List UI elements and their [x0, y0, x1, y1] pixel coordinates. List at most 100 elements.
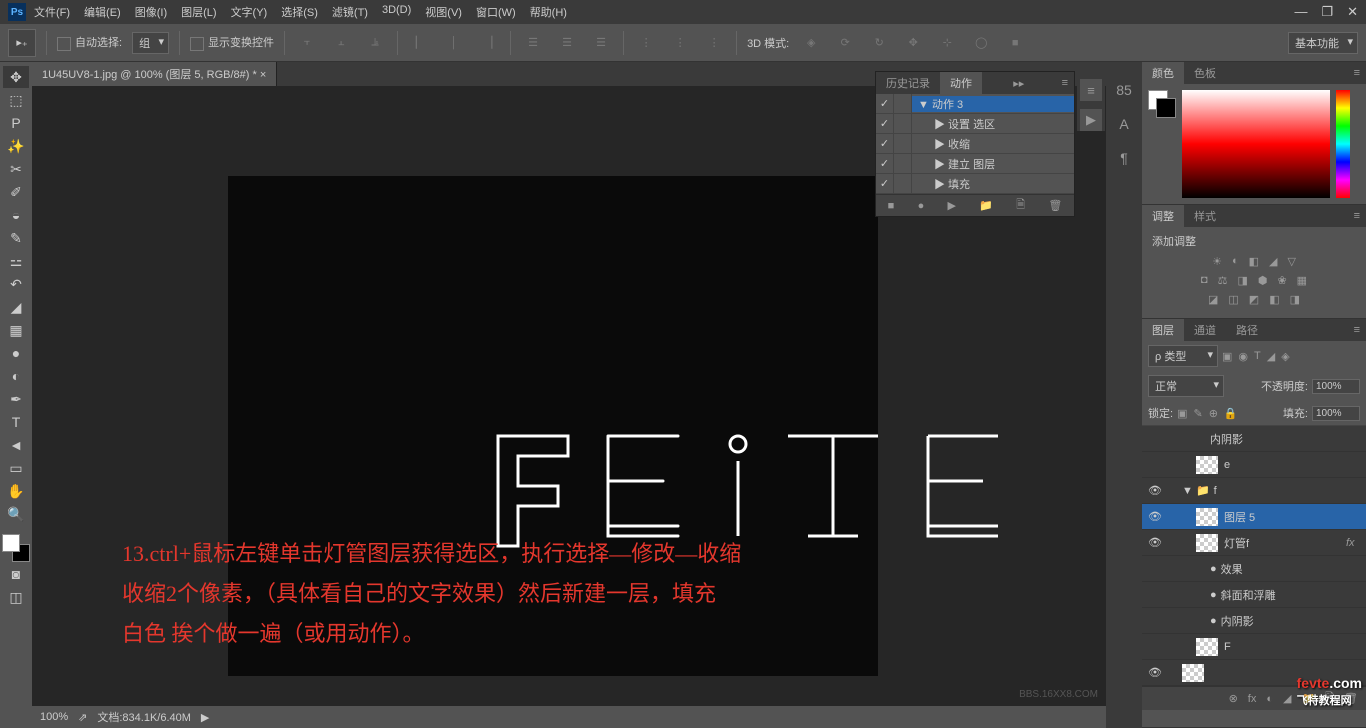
align-bottom-icon[interactable]: ⫡: [363, 31, 387, 55]
menu-select[interactable]: 选择(S): [281, 4, 318, 20]
3d-icon-4[interactable]: ✥: [901, 31, 925, 55]
auto-select-checkbox[interactable]: 自动选择:: [57, 34, 122, 50]
history-brush-tool[interactable]: ↶: [3, 273, 29, 295]
action-dialog-toggle[interactable]: [894, 114, 912, 133]
menu-file[interactable]: 文件(F): [34, 4, 70, 20]
close-tab-icon[interactable]: ×: [260, 69, 266, 81]
layer-visibility-toggle[interactable]: 👁: [1142, 510, 1168, 523]
layer-name[interactable]: F: [1224, 641, 1366, 653]
adjustment-icon[interactable]: ◫: [1228, 293, 1238, 306]
tab-color[interactable]: 颜色: [1142, 62, 1184, 84]
marquee-tool[interactable]: ⬚: [3, 89, 29, 111]
document-tab[interactable]: 1U45UV8-1.jpg @ 100% (图层 5, RGB/8#) * ×: [32, 62, 277, 86]
tab-history[interactable]: 历史记录: [876, 72, 940, 94]
adjustment-icon[interactable]: ⬢: [1258, 274, 1268, 287]
action-footer-button[interactable]: 🗎: [1016, 196, 1025, 215]
action-dialog-toggle[interactable]: [894, 134, 912, 153]
layer-name[interactable]: 效果: [1221, 561, 1366, 577]
auto-select-type[interactable]: 组: [132, 32, 169, 54]
close-button[interactable]: ✕: [1347, 4, 1358, 20]
adjustment-icon[interactable]: ☀: [1212, 255, 1222, 268]
tab-swatches[interactable]: 色板: [1184, 62, 1226, 84]
layers-panel-menu[interactable]: ≡: [1348, 324, 1366, 336]
status-chevron-icon[interactable]: ▶: [201, 711, 209, 724]
actions-panel-collapse[interactable]: ▸▸: [1007, 77, 1030, 90]
action-item[interactable]: ▶ 设置 选区: [912, 116, 1074, 132]
actions-panel-menu[interactable]: ≡: [1056, 77, 1074, 89]
layer-filter-icon[interactable]: T: [1254, 350, 1261, 363]
tab-adjustments[interactable]: 调整: [1142, 205, 1184, 227]
adjustment-icon[interactable]: ◐: [1232, 255, 1239, 268]
layer-filter-icon[interactable]: ◈: [1281, 350, 1289, 363]
panel-background-color[interactable]: [1156, 98, 1176, 118]
maximize-button[interactable]: ❐: [1321, 4, 1333, 20]
adjustment-icon[interactable]: ◧: [1269, 293, 1279, 306]
align-hcenter-icon[interactable]: │: [442, 31, 466, 55]
layer-name[interactable]: 内阴影: [1210, 431, 1366, 447]
align-left-icon[interactable]: ▏: [408, 31, 432, 55]
action-toggle[interactable]: ✓: [876, 94, 894, 113]
3d-icon-7[interactable]: ■: [1003, 31, 1027, 55]
move-tool[interactable]: ✥: [3, 66, 29, 88]
adjustment-icon[interactable]: ▦: [1297, 274, 1307, 287]
show-transform-checkbox[interactable]: 显示变换控件: [190, 34, 274, 50]
3d-icon-5[interactable]: ⊹: [935, 31, 959, 55]
adjust-panel-menu[interactable]: ≡: [1348, 210, 1366, 222]
3d-icon-6[interactable]: ◯: [969, 31, 993, 55]
opacity-input[interactable]: [1312, 379, 1360, 394]
menu-layer[interactable]: 图层(L): [181, 4, 216, 20]
minimize-button[interactable]: —: [1294, 4, 1307, 20]
layer-thumbnail[interactable]: [1196, 508, 1218, 526]
screen-mode-toggle[interactable]: ◫: [3, 586, 29, 608]
layers-footer-button[interactable]: fx: [1248, 693, 1257, 705]
layer-thumbnail[interactable]: [1196, 456, 1218, 474]
align-vcenter-icon[interactable]: ⫠: [329, 31, 353, 55]
layer-lock-icon[interactable]: ✎: [1193, 407, 1202, 420]
magic-wand-tool[interactable]: ✨: [3, 135, 29, 157]
distribute-hcenter-icon[interactable]: ⋮: [668, 31, 692, 55]
action-dialog-toggle[interactable]: [894, 94, 912, 113]
zoom-tool[interactable]: 🔍: [3, 503, 29, 525]
action-item[interactable]: ▼ 动作 3: [912, 96, 1074, 112]
distribute-left-icon[interactable]: ⋮: [634, 31, 658, 55]
adjustment-icon[interactable]: ⚖: [1218, 274, 1228, 287]
layer-visibility-toggle[interactable]: 👁: [1142, 484, 1168, 497]
action-toggle[interactable]: ✓: [876, 154, 894, 173]
action-item[interactable]: ▶ 填充: [912, 176, 1074, 192]
action-toggle[interactable]: ✓: [876, 174, 894, 193]
adjustment-icon[interactable]: ◨: [1290, 293, 1300, 306]
action-footer-button[interactable]: ●: [918, 200, 925, 212]
layer-name[interactable]: 图层 5: [1224, 509, 1366, 525]
blend-mode-dropdown[interactable]: 正常: [1148, 375, 1224, 397]
quick-mask-toggle[interactable]: ◙: [3, 563, 29, 585]
brush-tool[interactable]: ✎: [3, 227, 29, 249]
hand-tool[interactable]: ✋: [3, 480, 29, 502]
tab-layers[interactable]: 图层: [1142, 319, 1184, 341]
color-swatch-pair[interactable]: [1148, 90, 1176, 118]
zoom-level[interactable]: 100%: [40, 711, 68, 723]
adjustment-icon[interactable]: ◧: [1249, 255, 1259, 268]
distribute-top-icon[interactable]: ☰: [521, 31, 545, 55]
action-dialog-toggle[interactable]: [894, 154, 912, 173]
adjustment-icon[interactable]: ◢: [1269, 255, 1277, 268]
menu-3d[interactable]: 3D(D): [382, 4, 411, 20]
action-footer-button[interactable]: ▶: [948, 199, 956, 212]
adjustment-icon[interactable]: ◨: [1237, 274, 1247, 287]
layer-filter-icon[interactable]: ▣: [1222, 350, 1232, 363]
tab-styles[interactable]: 样式: [1184, 205, 1226, 227]
3d-icon-2[interactable]: ⟳: [833, 31, 857, 55]
doc-info[interactable]: 文档:834.1K/6.40M: [97, 709, 191, 725]
action-footer-button[interactable]: 🗑: [1048, 199, 1062, 212]
menu-type[interactable]: 文字(Y): [231, 4, 268, 20]
list-view-button[interactable]: ≡: [1080, 79, 1102, 101]
adjustment-icon[interactable]: ❀: [1277, 274, 1286, 287]
layer-name[interactable]: e: [1224, 459, 1366, 471]
layer-thumbnail[interactable]: [1196, 534, 1218, 552]
hue-strip[interactable]: [1336, 90, 1350, 198]
3d-icon-3[interactable]: ↻: [867, 31, 891, 55]
blur-tool[interactable]: ●: [3, 342, 29, 364]
workspace-switcher[interactable]: 基本功能: [1288, 32, 1358, 54]
tab-actions[interactable]: 动作: [940, 72, 982, 94]
dodge-tool[interactable]: ◐: [3, 365, 29, 387]
status-arrow-icon[interactable]: ⇗: [78, 711, 87, 724]
